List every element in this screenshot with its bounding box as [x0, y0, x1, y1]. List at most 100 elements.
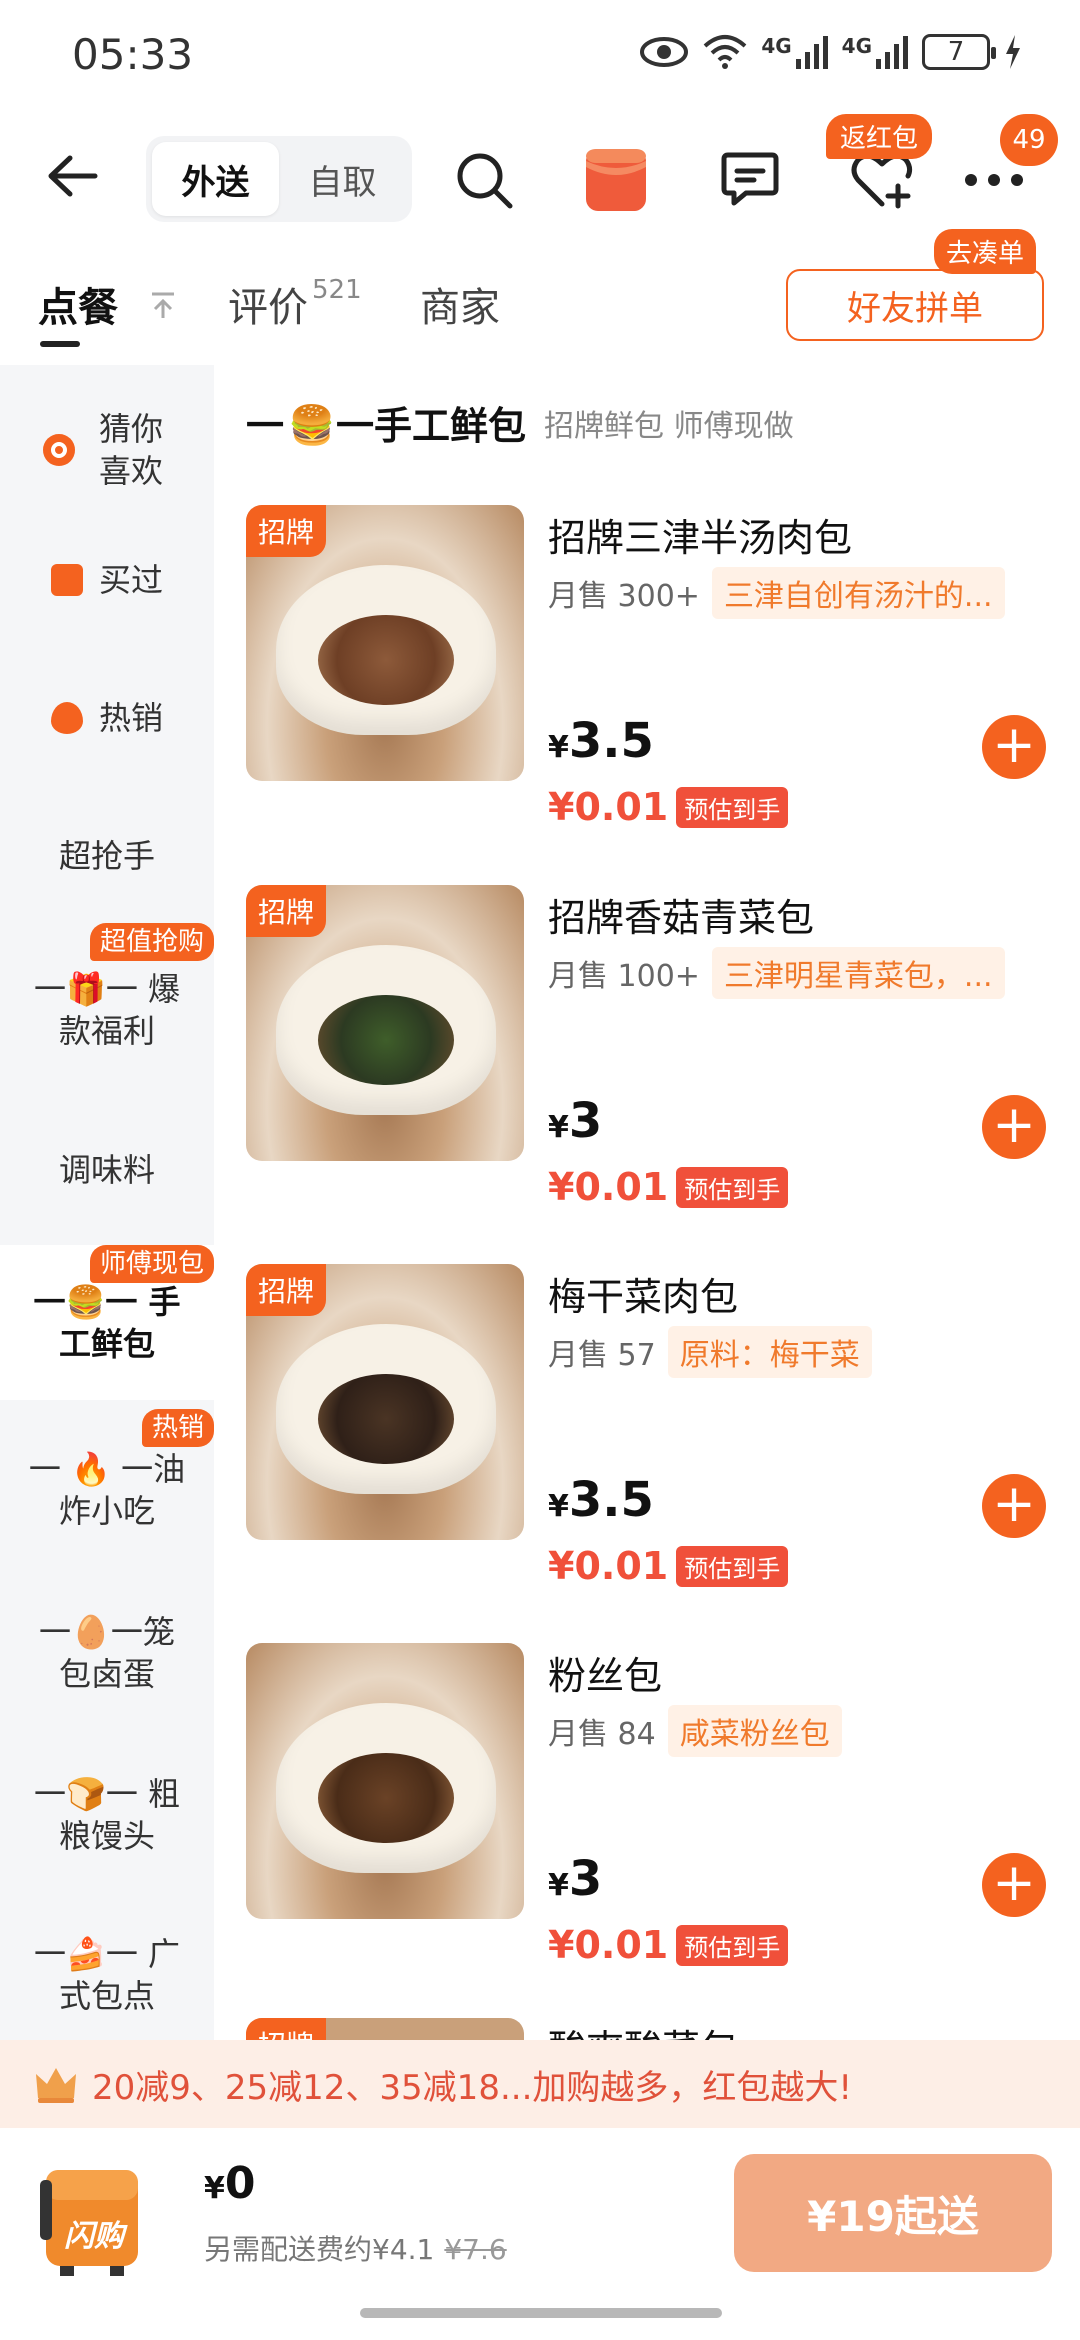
product-card[interactable]: 招牌 梅干菜肉包 月售 57 原料：梅干菜 ¥3.5 ¥0.01 预估到手 +: [246, 1264, 1056, 1644]
product-card[interactable]: 粉丝包 月售 84 咸菜粉丝包 ¥3 ¥0.01 预估到手 +: [246, 1643, 1056, 2023]
fire-icon: 🔥: [71, 1450, 111, 1488]
product-sales: 月售 300+ 三津自创有汤汁的...: [548, 567, 1005, 619]
shopping-bag-icon[interactable]: 闪购: [36, 2150, 148, 2280]
min-order-button[interactable]: ¥19起送: [734, 2154, 1052, 2272]
signature-tag: 招牌: [246, 2018, 327, 2042]
product-price: ¥3: [548, 1093, 603, 1149]
product-card[interactable]: 招牌 招牌香菇青菜包 月售 100+ 三津明星青菜包，... ¥3 ¥0.01 预估…: [246, 885, 1056, 1265]
hongbao-badge: 返红包: [826, 114, 933, 159]
tab-merchant[interactable]: 商家: [420, 275, 500, 333]
sidebar-item-guess[interactable]: 猜你喜欢: [0, 395, 214, 505]
sidebar-item-prefix: 一🍔一 手: [33, 1282, 181, 1321]
signal-icon: [795, 36, 828, 69]
sidebar-item-label: 粮馒头: [58, 1817, 155, 1855]
product-name[interactable]: 粉丝包: [548, 1645, 662, 1700]
add-to-cart-button[interactable]: +: [982, 1474, 1046, 1538]
product-image[interactable]: 招牌: [246, 2018, 524, 2042]
tab-reviews-label: 评价: [228, 285, 308, 331]
red-packet-icon: [586, 149, 646, 211]
egg-icon: 🥚: [71, 1613, 111, 1651]
sidebar-item-fried-snacks[interactable]: 一 🔥 一油 炸小吃 热销: [0, 1409, 214, 1555]
product-card-partial[interactable]: 招牌 酸爽酸菜包: [246, 2018, 1056, 2042]
discount-promo-bar[interactable]: 20减9、25减12、35减18...加购越多，红包越大!: [0, 2040, 1080, 2128]
product-name[interactable]: 招牌三津半汤肉包: [548, 507, 852, 562]
sidebar-item-label: 炸小吃: [58, 1492, 155, 1530]
sidebar-item-label: 猜你喜欢: [98, 410, 163, 490]
sidebar-item-popular[interactable]: 超抢手: [0, 811, 214, 901]
wifi-icon: [703, 35, 747, 69]
tab-pickup[interactable]: 自取: [279, 142, 406, 216]
status-icons: 4G 4G 7: [639, 34, 1022, 70]
sidebar-tag: 师傅现包: [89, 1245, 214, 1283]
category-sidebar: 猜你喜欢 买过 热销 超抢手 一🎁一 爆 款福利 超值抢购 调味料 一🍔一 手 …: [0, 365, 214, 2040]
message-button[interactable]: [714, 144, 786, 216]
red-packet-button[interactable]: [580, 144, 652, 216]
tab-delivery[interactable]: 外送: [152, 142, 279, 216]
product-desc: 三津自创有汤汁的...: [711, 567, 1005, 619]
flame-icon: [50, 702, 83, 734]
home-indicator[interactable]: [360, 2308, 722, 2318]
product-image[interactable]: 招牌: [246, 885, 524, 1161]
sidebar-item-hot[interactable]: 热销: [0, 673, 214, 763]
product-image[interactable]: 招牌: [246, 505, 524, 781]
sidebar-item-bought[interactable]: 买过: [0, 535, 214, 625]
add-to-cart-button[interactable]: +: [982, 1853, 1046, 1917]
friend-group-order-button[interactable]: 好友拼单: [786, 269, 1044, 341]
tab-reviews[interactable]: 评价 521: [228, 275, 362, 333]
signature-tag: 招牌: [246, 505, 327, 557]
product-desc: 三津明星青菜包，...: [711, 947, 1005, 999]
cart-total: ¥0: [204, 2158, 256, 2209]
sidebar-item-prefix: 一🍞一 粗: [33, 1775, 181, 1813]
product-image[interactable]: [246, 1643, 524, 1919]
sidebar-item-handmade-buns[interactable]: 一🍔一 手 工鲜包 师傅现包: [0, 1245, 214, 1400]
charging-icon: [1006, 35, 1020, 69]
sidebar-item-label: 热销: [98, 699, 163, 737]
add-to-cart-button[interactable]: +: [982, 1095, 1046, 1159]
product-image[interactable]: 招牌: [246, 1264, 524, 1540]
signal-icon: [876, 36, 908, 69]
gift-icon: 🎁: [65, 970, 106, 1008]
estimated-price: ¥0.01 预估到手: [548, 785, 789, 829]
section-header: 一 🍔 一 手工鲜包 招牌鲜包 师傅现做: [246, 395, 794, 450]
product-name[interactable]: 酸爽酸菜包: [548, 2018, 738, 2042]
product-desc: 原料：梅干菜: [667, 1326, 872, 1378]
sidebar-item-prefix: 一 🔥 一油: [28, 1450, 186, 1488]
sidebar-item-deals[interactable]: 一🎁一 爆 款福利 超值抢购: [0, 923, 214, 1075]
product-sales: 月售 57 原料：梅干菜: [548, 1326, 872, 1378]
add-to-cart-button[interactable]: +: [982, 715, 1046, 779]
product-name[interactable]: 梅干菜肉包: [548, 1266, 738, 1321]
sidebar-item-mantou[interactable]: 一🍞一 粗 粮馒头: [0, 1755, 214, 1875]
tab-order-label: 点餐: [38, 285, 118, 331]
sidebar-item-cantonese[interactable]: 一🍰一 广 式包点: [0, 1915, 214, 2035]
sidebar-item-label: 工鲜包: [58, 1324, 155, 1363]
back-arrow-icon: [48, 155, 98, 197]
product-card[interactable]: 招牌 招牌三津半汤肉包 月售 300+ 三津自创有汤汁的... ¥3.5 ¥0.0…: [246, 505, 1056, 885]
bag-icon: [50, 564, 83, 596]
burger-icon: 🍔: [65, 1282, 106, 1321]
active-tab-indicator: [40, 341, 80, 347]
crown-icon: [36, 2068, 76, 2103]
target-icon: [43, 434, 75, 466]
eye-icon: [640, 37, 689, 67]
network-label-2: 4G: [841, 34, 872, 58]
sidebar-item-seasoning[interactable]: 调味料: [0, 1125, 214, 1215]
status-bar: 05:33 4G 4G 7: [0, 0, 1080, 120]
network-label-1: 4G: [761, 34, 792, 58]
back-button[interactable]: [36, 140, 108, 212]
battery-icon: 7: [922, 34, 996, 70]
sidebar-item-label: 式包点: [58, 1977, 155, 2015]
bread-icon: 🍞: [65, 1775, 106, 1813]
sidebar-item-eggs[interactable]: 一🥚一笼 包卤蛋: [0, 1593, 214, 1713]
cake-icon: 🍰: [65, 1935, 106, 1973]
estimated-price: ¥0.01 预估到手: [548, 1165, 789, 1209]
section-title: 手工鲜包: [374, 404, 527, 448]
status-time: 05:33: [72, 30, 194, 79]
estimated-price: ¥0.01 预估到手: [548, 1544, 789, 1588]
notification-count-badge: 49: [1000, 114, 1058, 166]
product-desc: 咸菜粉丝包: [667, 1705, 842, 1757]
tab-order[interactable]: 点餐: [38, 275, 176, 333]
search-button[interactable]: [448, 144, 520, 216]
product-name[interactable]: 招牌香菇青菜包: [548, 887, 814, 942]
section-subtitle: 招牌鲜包 师傅现做: [544, 408, 794, 444]
product-price: ¥3: [548, 1851, 603, 1907]
